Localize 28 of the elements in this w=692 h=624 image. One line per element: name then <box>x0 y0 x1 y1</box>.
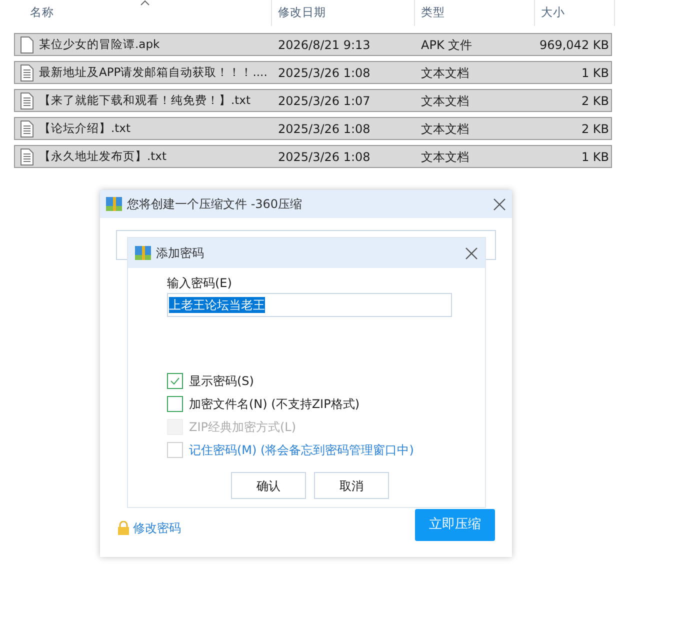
option-label: 显示密码(S) <box>189 373 254 390</box>
file-size: 969,042 KB <box>538 36 609 54</box>
dialog-title: 添加密码 <box>156 245 205 262</box>
file-type: 文本文档 <box>420 64 470 82</box>
option-label: 记住密码(M) (将会备忘到密码管理窗口中) <box>189 442 414 459</box>
modified-date: 2025/3/26 1:08 <box>277 64 372 82</box>
file-type: 文本文档 <box>420 92 470 110</box>
option-label: 加密文件名(N) (不支持ZIP格式) <box>189 396 360 413</box>
file-name: 【永久地址发布页】.txt <box>39 148 166 165</box>
option-label: ZIP经典加密方式(L) <box>189 419 296 436</box>
file-size: 2 KB <box>580 120 609 138</box>
file-type: 文本文档 <box>420 120 470 138</box>
modified-date: 2025/3/26 1:08 <box>277 120 372 138</box>
file-name: 某位少女的冒险谭.apk <box>39 36 160 53</box>
file-size: 1 KB <box>580 64 609 82</box>
file-type: APK 文件 <box>420 36 474 54</box>
file-name: 最新地址及APP请发邮箱自动获取！！！.... <box>39 64 268 81</box>
modified-date: 2025/3/26 1:08 <box>277 148 372 166</box>
modified-date: 2025/3/26 1:07 <box>277 92 372 110</box>
file-type: 文本文档 <box>420 148 470 166</box>
file-name: 【来了就能下载和观看！纯免费！】.txt <box>39 92 250 109</box>
selected-password-text: 上老王论坛当老王 <box>169 297 265 313</box>
file-size: 1 KB <box>580 148 609 166</box>
file-size: 2 KB <box>580 92 609 110</box>
modified-date: 2026/8/21 9:13 <box>277 36 372 54</box>
file-name: 【论坛介绍】.txt <box>39 120 130 137</box>
password-label: 输入密码(E) <box>167 275 233 292</box>
window-title: 您将创建一个压缩文件 -360压缩 <box>127 196 304 213</box>
